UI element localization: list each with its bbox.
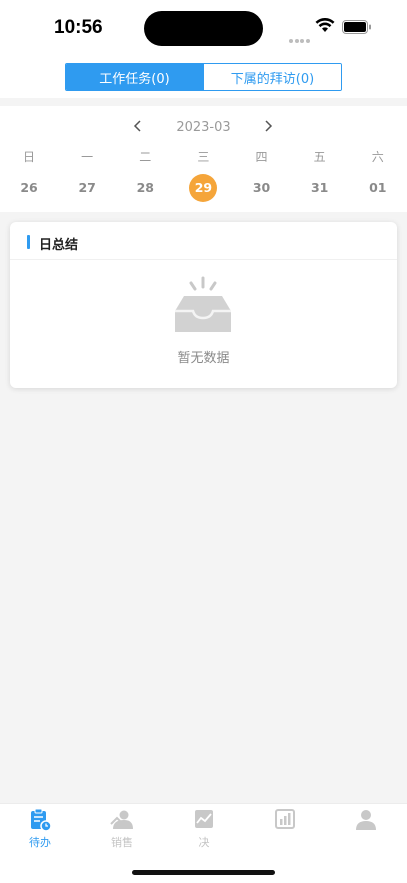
- todo-icon: [31, 808, 52, 832]
- calendar-day[interactable]: 26: [0, 174, 58, 202]
- day-row: 26 27 28 29 30 31 01: [0, 174, 407, 202]
- report-icon: [275, 809, 295, 829]
- weekday-label: 二: [139, 150, 152, 164]
- weekday-label: 四: [255, 150, 268, 164]
- calendar-day[interactable]: 01: [349, 174, 407, 202]
- home-indicator[interactable]: [132, 870, 275, 875]
- tab-decision[interactable]: 决: [174, 808, 234, 850]
- calendar-day[interactable]: 30: [233, 174, 291, 202]
- weekday-label: 一: [81, 150, 94, 164]
- tab-profile[interactable]: [336, 808, 396, 834]
- title-accent-bar: [27, 235, 30, 249]
- sales-icon: [110, 810, 133, 829]
- segment-control: 工作任务(0) 下属的拜访(0): [65, 63, 342, 91]
- tab-label: 销售: [111, 836, 133, 849]
- weekday-label: 五: [313, 150, 326, 164]
- day-number: 27: [78, 180, 96, 195]
- tab-sales[interactable]: 销售: [92, 808, 152, 850]
- day-number: 31: [310, 180, 329, 195]
- weekday-label: 日: [23, 150, 36, 164]
- chart-line-icon: [195, 810, 213, 828]
- tab-work-tasks[interactable]: 工作任务(0): [66, 64, 203, 90]
- calendar-day[interactable]: 31: [291, 174, 349, 202]
- calendar-day[interactable]: 27: [58, 174, 116, 202]
- status-bar: 10:56: [0, 0, 407, 56]
- tab-label: 待办: [29, 836, 51, 849]
- calendar-day[interactable]: 28: [116, 174, 174, 202]
- day-number: 28: [136, 180, 155, 195]
- day-number: 26: [20, 180, 38, 195]
- status-time: 10:56: [54, 17, 103, 38]
- month-navigator: 2023-03: [0, 118, 407, 138]
- empty-inbox-icon: [175, 276, 231, 332]
- daily-summary-card: 日总结 暂无数据: [10, 222, 397, 388]
- signal-icon: [289, 28, 311, 47]
- card-title: 日总结: [39, 238, 79, 253]
- weekday-label: 三: [197, 150, 210, 164]
- tab-label: 决: [198, 836, 210, 849]
- weekday-label: 六: [371, 150, 384, 164]
- wifi-icon: [315, 18, 335, 32]
- weekday-header: 日 一 二 三 四 五 六: [0, 148, 407, 165]
- day-number: 01: [369, 180, 387, 195]
- week-calendar: 2023-03 日 一 二 三 四 五 六 26 27 28 29 30 31 …: [0, 106, 407, 212]
- empty-state-text: 暂无数据: [177, 351, 230, 366]
- calendar-day-selected[interactable]: 29: [174, 174, 232, 202]
- tab-todo[interactable]: 待办: [10, 808, 70, 850]
- dynamic-island: [144, 11, 263, 46]
- day-number: 29: [189, 174, 218, 202]
- tab-subordinate-visits[interactable]: 下属的拜访(0): [203, 64, 341, 90]
- tab-report[interactable]: [255, 808, 315, 834]
- month-label: 2023-03: [176, 120, 231, 135]
- user-icon: [356, 810, 376, 830]
- segment-container: 工作任务(0) 下属的拜访(0): [0, 56, 407, 98]
- chevron-right-icon[interactable]: [262, 119, 274, 133]
- day-number: 30: [252, 180, 271, 195]
- battery-icon: [342, 20, 371, 34]
- card-header: 日总结: [10, 222, 397, 260]
